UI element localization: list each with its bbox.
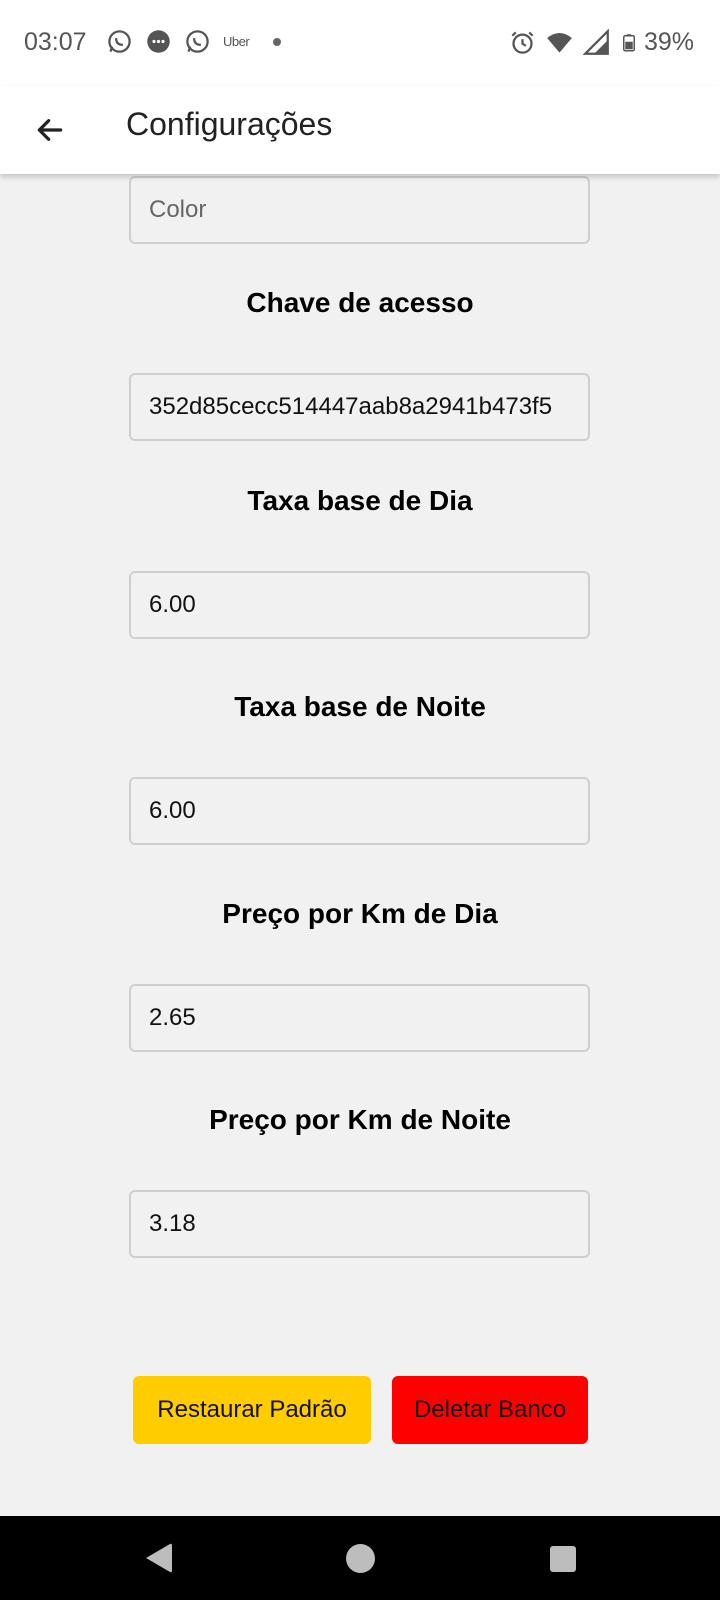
nav-back-icon[interactable] xyxy=(144,1542,174,1574)
system-icons: 39% xyxy=(509,28,694,57)
dot-icon xyxy=(273,37,282,46)
night-km-price-input[interactable] xyxy=(129,1190,590,1258)
delete-database-button[interactable]: Deletar Banco xyxy=(392,1376,588,1444)
wifi-icon xyxy=(547,32,572,53)
color-input[interactable] xyxy=(129,176,590,244)
night-base-rate-label: Taxa base de Noite xyxy=(234,691,486,722)
day-km-price-input[interactable] xyxy=(129,984,590,1052)
alarm-icon xyxy=(511,31,534,54)
messages-icon xyxy=(147,30,170,53)
uber-icon: Uber xyxy=(223,34,250,49)
page-title: Configurações xyxy=(126,106,333,142)
nav-home-icon[interactable] xyxy=(346,1544,375,1573)
day-base-rate-label: Taxa base de Dia xyxy=(247,485,473,516)
battery-icon xyxy=(622,34,635,52)
day-base-rate-input[interactable] xyxy=(129,571,590,639)
notification-icons: Uber xyxy=(106,28,282,55)
access-key-label: Chave de acesso xyxy=(246,287,474,318)
night-base-rate-input[interactable] xyxy=(129,777,590,845)
arrow-left-icon xyxy=(37,119,63,141)
whatsapp-icon xyxy=(108,30,131,53)
back-button[interactable] xyxy=(28,108,72,152)
day-km-price-label: Preço por Km de Dia xyxy=(222,898,498,929)
night-km-price-label: Preço por Km de Noite xyxy=(209,1104,511,1135)
app-bar: Configurações xyxy=(0,86,720,174)
status-bar: 03:07 Uber 39% xyxy=(0,0,720,86)
nav-recents-icon[interactable] xyxy=(550,1546,576,1572)
navigation-bar xyxy=(0,1516,720,1600)
access-key-input[interactable] xyxy=(129,373,590,441)
signal-icon xyxy=(582,29,609,55)
whatsapp-icon xyxy=(186,30,209,53)
battery-percentage: 39% xyxy=(643,28,694,56)
status-time: 03:07 xyxy=(24,28,87,56)
restore-defaults-button[interactable]: Restaurar Padrão xyxy=(133,1376,371,1444)
